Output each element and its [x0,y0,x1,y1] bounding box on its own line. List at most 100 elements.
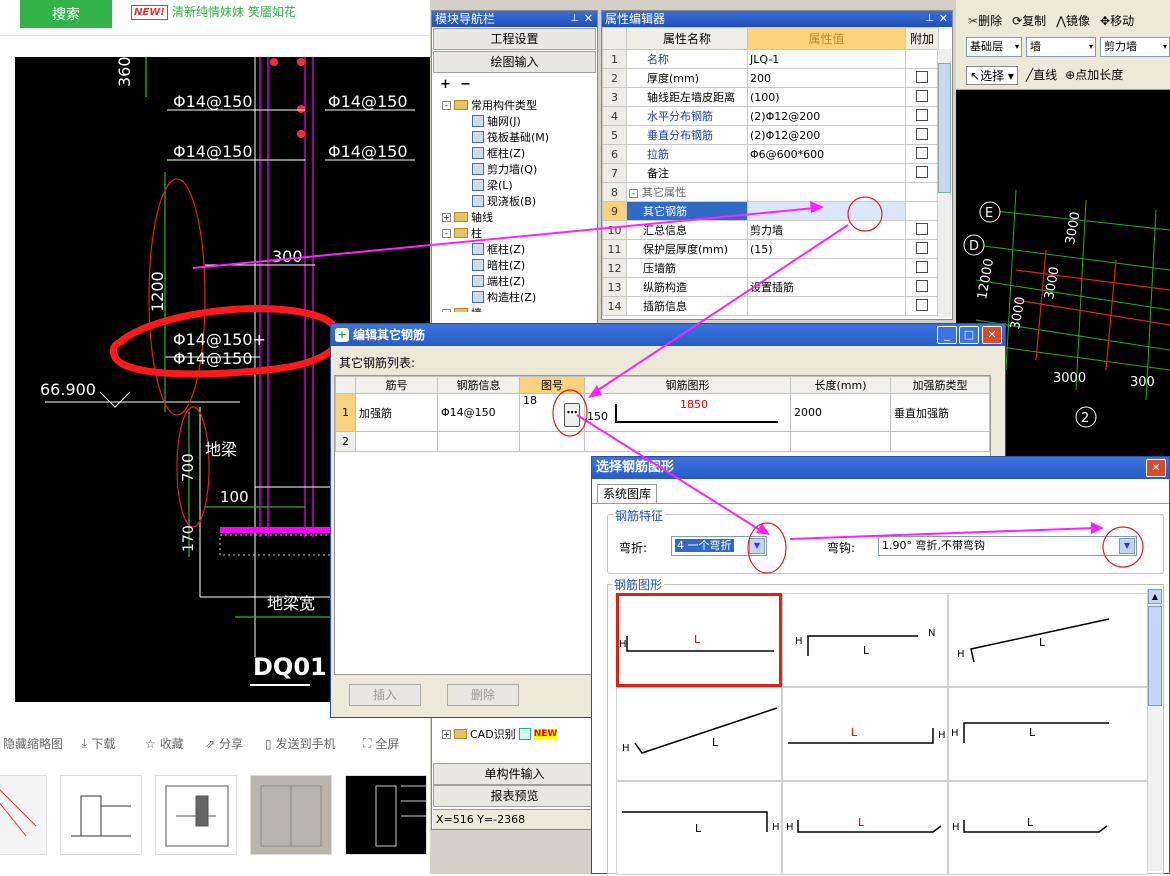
extra-checkbox[interactable] [916,222,928,235]
tree-item[interactable]: - 常用构件类型 [442,97,537,113]
project-settings-button[interactable]: 工程设置 [433,28,596,50]
fullscreen-button[interactable]: ⛶ 全屏 [363,735,399,752]
property-row[interactable]: 12 压墙筋 [602,258,939,278]
extra-checkbox[interactable] [916,241,928,254]
thumbnail[interactable] [250,775,332,855]
tree-item[interactable]: 端柱(Z) [472,273,525,289]
tree-item[interactable]: 剪力墙(Q) [472,161,537,177]
extra-checkbox[interactable] [916,298,928,311]
search-button[interactable]: 搜索 [20,0,112,28]
tree-item[interactable]: 框柱(Z) [472,145,525,161]
collapse-icon[interactable]: - [442,308,451,312]
property-value[interactable]: 剪力墙 [747,220,906,240]
send-to-phone-button[interactable]: ▯ 发送到手机 [265,735,336,752]
tab-system-library[interactable]: 系统图库 [597,484,657,504]
component-select[interactable]: 剪力墙 ▾ [1100,37,1170,57]
ellipsis-button[interactable]: ⋯ [564,403,580,427]
maximize-button[interactable]: □ [959,326,979,344]
property-row[interactable]: 3 轴线距左墙皮距离 (100) [602,87,939,107]
close-icon[interactable]: ✕ [584,11,593,27]
table-row[interactable]: 1 加强筋 Φ14@150 18 ⋯ 150 1850 2000 垂直加强筋 [335,393,990,432]
floor-select[interactable]: 基础层 ▾ [966,37,1022,57]
delete-button[interactable]: 删除 [447,684,519,706]
tree-item[interactable]: 现浇板(B) [472,193,536,209]
mirror-button[interactable]: ⋀镜像 [1056,12,1090,29]
close-button[interactable]: ✕ [982,326,1002,344]
extra-checkbox[interactable] [916,108,928,121]
cell-info[interactable]: Φ14@150 [437,393,520,432]
pin-icon[interactable]: ⊥ [925,11,934,27]
property-value[interactable]: (100) [747,87,906,107]
tree-item[interactable]: + 轴线 [442,209,493,225]
single-component-input-button[interactable]: 单构件输入 [433,763,596,785]
shape-option[interactable]: H L [948,687,1148,781]
table-row[interactable]: 2 [335,431,990,452]
tree-item[interactable]: 暗柱(Z) [472,257,525,273]
property-row[interactable]: 10 汇总信息 剪力墙 [602,220,939,240]
property-value[interactable]: JLQ-1 [747,49,906,69]
close-button[interactable]: ✕ [1146,459,1166,477]
scroll-thumb[interactable] [938,63,951,193]
collapse-all-icon[interactable]: − [460,77,471,92]
point-length-button[interactable]: ⊕点加长度 [1065,66,1123,85]
pin-icon[interactable]: ⊥ [570,11,579,27]
tree-item[interactable]: 筏板基础(M) [472,129,549,145]
thumbnail[interactable] [60,775,142,855]
property-row[interactable]: 11 保护层厚度(mm) (15) [602,239,939,259]
property-row[interactable]: 2 厚度(mm) 200 [602,68,939,88]
shape-option-selected[interactable]: H L [616,593,782,687]
minimize-button[interactable]: _ [937,326,957,344]
close-icon[interactable]: ✕ [939,11,948,27]
gallery-scrollbar[interactable]: ▲ [1147,589,1162,871]
thumbnail[interactable] [155,775,237,855]
property-value[interactable] [747,296,906,316]
insert-button[interactable]: 插入 [349,684,421,706]
expand-icon[interactable]: + [442,729,451,739]
shape-option[interactable]: H L [948,781,1148,875]
cell-name[interactable]: 加强筋 [355,393,438,432]
cell-type[interactable]: 垂直加强筋 [890,393,990,432]
property-value[interactable]: 设置插筋 [747,277,906,297]
chevron-up-icon[interactable]: ▲ [1148,589,1162,604]
collapse-icon[interactable]: - [442,100,451,110]
copy-button[interactable]: ⟳复制 [1012,12,1046,29]
property-row[interactable]: 14 插筋信息 [602,296,939,316]
extra-checkbox[interactable] [916,146,928,159]
extra-checkbox[interactable] [916,89,928,102]
shape-option[interactable]: H L [948,593,1148,687]
scroll-thumb[interactable] [1148,606,1162,706]
move-button[interactable]: ✥移动 [1100,12,1134,29]
shape-option[interactable]: H L [782,781,948,875]
extra-checkbox[interactable] [916,127,928,140]
drawing-input-button[interactable]: 绘图输入 [433,51,596,73]
line-button[interactable]: ╱直线 [1026,66,1057,85]
tree-item[interactable]: 轴网(J) [472,113,521,129]
collapse-icon[interactable]: - [442,228,451,238]
property-row[interactable]: 5 垂直分布钢筋 (2)Φ12@200 [602,125,939,145]
property-value[interactable] [747,258,906,278]
property-value[interactable]: (15) [747,239,906,259]
hide-thumbnails-button[interactable]: 隐藏缩略图 [3,735,63,752]
shape-option[interactable]: H L [782,687,948,781]
thumbnail[interactable] [345,775,427,855]
extra-checkbox[interactable] [916,70,928,83]
tree-item[interactable]: -墙 [442,305,482,312]
property-value[interactable] [747,182,906,202]
thumbnail[interactable] [0,775,47,855]
property-row[interactable]: 7 备注 [602,163,939,183]
expand-all-icon[interactable]: + [440,77,451,92]
property-row[interactable]: 4 水平分布钢筋 (2)Φ12@200 [602,106,939,126]
promo-link[interactable]: 清新纯情妹妹 笑靥如花 [172,3,296,20]
cell-length[interactable]: 2000 [790,393,891,432]
hook-select[interactable]: 1.90° 弯折,不带弯钩 ▼ [878,536,1137,556]
share-button[interactable]: ⇗ 分享 [205,735,243,752]
property-row[interactable]: 6 拉筋 Φ6@600*600 [602,144,939,164]
bend-select[interactable]: 4 一个弯折 ▼ [671,536,767,556]
extra-checkbox[interactable] [916,260,928,273]
shape-option[interactable]: H L N [782,593,948,687]
extra-checkbox[interactable] [916,279,928,292]
property-scrollbar[interactable] [937,49,951,317]
report-preview-button[interactable]: 报表预览 [433,785,596,807]
tree-item[interactable]: 框柱(Z) [472,241,525,257]
property-value[interactable] [747,201,906,221]
